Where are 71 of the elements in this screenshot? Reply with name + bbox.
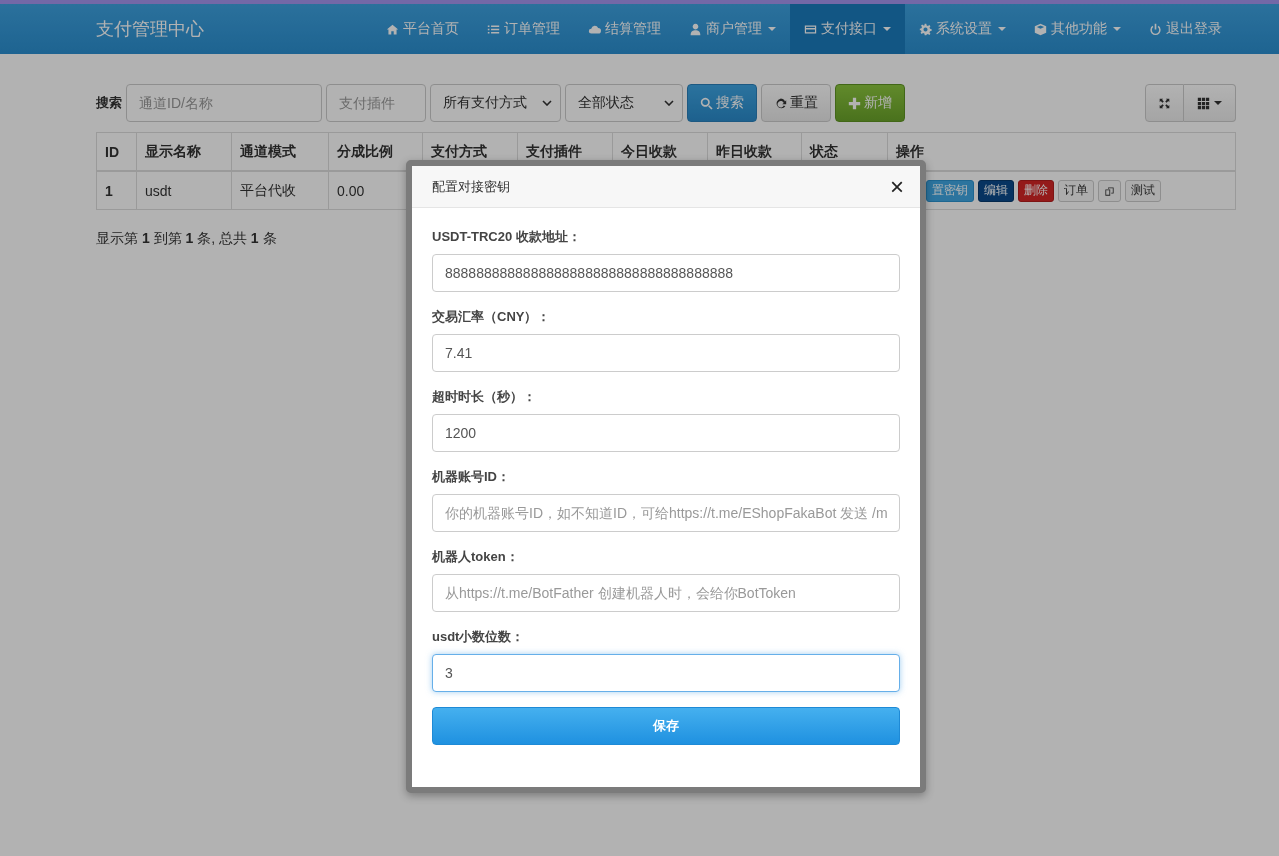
input-field[interactable]: 7.41 xyxy=(432,334,900,372)
add-button[interactable]: 新增 xyxy=(835,84,905,122)
grid-icon xyxy=(1197,96,1210,110)
column-header: 分成比例 xyxy=(337,142,393,159)
columns-button[interactable] xyxy=(1184,84,1236,122)
caret-icon xyxy=(1214,101,1222,105)
input-field[interactable]: 8888888888888888888888888888888888888 xyxy=(432,254,900,292)
brand-title[interactable]: 支付管理中心 xyxy=(96,17,204,41)
fullscreen-icon xyxy=(1159,96,1170,110)
column-header: ID xyxy=(105,143,119,160)
nav-item[interactable]: 平台首页 xyxy=(372,4,473,54)
column-header: 支付方式 xyxy=(431,142,487,159)
action-button[interactable]: 编辑 xyxy=(978,179,1014,202)
nav-item[interactable]: 其他功能 xyxy=(1020,4,1135,54)
input-field[interactable]: 1200 xyxy=(432,414,900,452)
field-label: 交易汇率（CNY）： xyxy=(432,308,552,326)
action-button[interactable]: 置密钥 xyxy=(926,179,974,202)
chevron-icon xyxy=(542,100,552,106)
field-label: 机器人token： xyxy=(432,548,520,566)
field-label: 超时时长（秒）： xyxy=(432,388,537,406)
reset-button[interactable]: 重置 xyxy=(761,84,831,122)
home-icon xyxy=(386,22,399,36)
field-label: USDT-TRC20 收款地址： xyxy=(432,228,582,246)
power-icon xyxy=(1149,22,1162,36)
table-cell: 平台代收 xyxy=(240,181,296,198)
copy-icon xyxy=(1104,185,1115,197)
action-button[interactable]: 删除 xyxy=(1018,179,1054,202)
input-field[interactable]: 3 xyxy=(432,654,900,692)
table-cell: 1 xyxy=(105,182,113,199)
filter-select[interactable]: 所有支付方式 xyxy=(430,84,561,122)
column-header: 状态 xyxy=(810,142,838,159)
nav-item[interactable]: 系统设置 xyxy=(905,4,1020,54)
table-cell: usdt xyxy=(145,182,172,199)
field-label: usdt小数位数： xyxy=(432,628,526,646)
search-label: 搜索 xyxy=(96,94,122,112)
column-header: 昨日收款 xyxy=(716,142,772,159)
nav-item[interactable]: 支付接口 xyxy=(790,4,905,54)
pagination-info: 显示第 1 到第 1 条, 总共 1 条 xyxy=(96,230,277,248)
refresh-icon xyxy=(774,96,787,110)
nav-item[interactable]: 结算管理 xyxy=(574,4,675,54)
column-header: 今日收款 xyxy=(621,142,677,159)
search-field[interactable]: 支付插件 xyxy=(326,84,426,122)
column-header: 通道模式 xyxy=(240,142,296,159)
search-field[interactable]: 通道ID/名称 xyxy=(126,84,322,122)
modal-title: 配置对接密钥 xyxy=(432,177,510,196)
close-button[interactable]: × xyxy=(886,174,908,199)
nav-item[interactable]: 退出登录 xyxy=(1135,4,1236,54)
plus-icon xyxy=(848,96,861,110)
input-field[interactable]: 从https://t.me/BotFather 创建机器人时，会给你BotToken xyxy=(432,574,900,612)
fullscreen-button[interactable] xyxy=(1145,84,1184,122)
cube-icon xyxy=(1034,22,1047,36)
user-icon xyxy=(689,22,702,36)
filter-select[interactable]: 全部状态 xyxy=(565,84,683,122)
copy-button[interactable] xyxy=(1098,179,1121,202)
input-field[interactable]: 你的机器账号ID，如不知道ID，可给https://t.me/EShopFakaBot 发送 /m xyxy=(432,494,900,532)
settings-icon xyxy=(919,22,932,36)
search-icon xyxy=(700,96,713,110)
action-button[interactable]: 订单 xyxy=(1058,179,1094,202)
column-header: 显示名称 xyxy=(145,142,201,159)
save-button[interactable]: 保存 xyxy=(432,707,900,745)
nav-item[interactable]: 订单管理 xyxy=(473,4,574,54)
nav-item[interactable]: 商户管理 xyxy=(675,4,790,54)
field-label: 机器账号ID： xyxy=(432,468,511,486)
table-cell: 0.00 xyxy=(337,182,365,199)
search-button[interactable]: 搜索 xyxy=(687,84,757,122)
chevron-icon xyxy=(664,100,674,106)
column-header: 支付插件 xyxy=(526,142,582,159)
list-icon xyxy=(487,22,500,36)
column-header: 操作 xyxy=(896,142,924,159)
credit-card-icon xyxy=(804,22,817,36)
action-button[interactable]: 测试 xyxy=(1125,179,1161,202)
